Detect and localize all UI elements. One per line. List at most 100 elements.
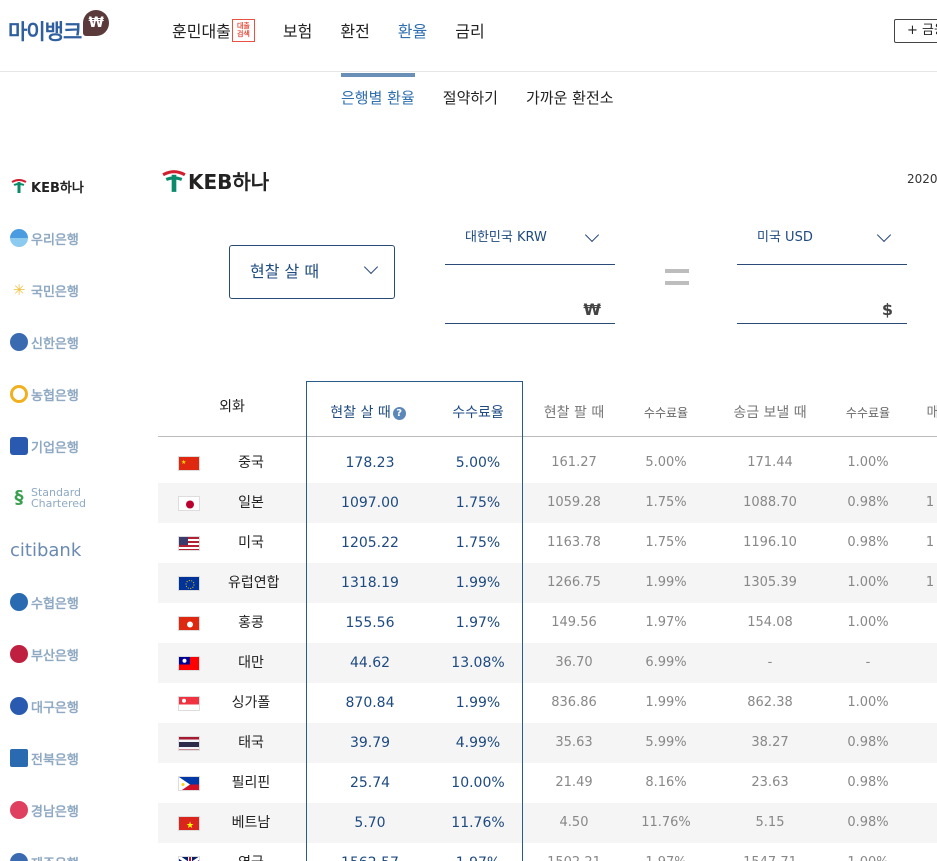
cell-cash-sell: 1266.75 <box>547 575 601 590</box>
bank-item-keb-hana[interactable]: KEB하나 <box>10 160 100 212</box>
bank-name: 제주은행 <box>31 853 79 861</box>
cell-receive <box>920 443 937 483</box>
cell-cash-buy-fee: 13.08% <box>451 655 505 671</box>
from-currency-select[interactable]: 대한민국 KRW <box>445 227 615 265</box>
cell-cash-buy: 1205.22 <box>341 535 399 551</box>
table-row[interactable]: 미국 1205.22 1.75% 1163.78 1.75% 1196.10 0.98% 1 <box>158 523 937 563</box>
jeju-logo-icon <box>10 853 28 861</box>
nav-item-rates[interactable]: 환율 <box>398 18 427 42</box>
nav-item-exchange[interactable]: 환전 <box>340 18 369 42</box>
flag-hk-icon <box>178 616 200 631</box>
cell-cash-buy-fee: 1.75% <box>455 535 501 551</box>
cell-cash-sell: 36.70 <box>555 655 593 670</box>
col-currency: 외화 <box>219 399 245 415</box>
cell-country: 홍콩 <box>238 615 264 631</box>
cell-receive <box>920 683 937 723</box>
cell-cash-sell: 149.56 <box>551 615 597 630</box>
table-row[interactable]: 일본 1097.00 1.75% 1059.28 1.75% 1088.70 0.98% 1 <box>158 483 937 523</box>
bank-item-citibank[interactable]: citibank <box>10 524 100 576</box>
nav-item-insurance[interactable]: 보험 <box>283 18 312 42</box>
cell-cash-buy: 1562.57 <box>330 843 410 861</box>
col-cash-buy[interactable]: 현찰 살 때? <box>318 381 418 437</box>
table-row[interactable]: 영국 1562.57 1.97% 1502.21 1.97% 1547.71 1.00% <box>158 843 937 861</box>
chevron-down-icon <box>876 227 892 243</box>
bank-name: 기업은행 <box>31 440 79 456</box>
flag-jp-icon <box>178 496 200 511</box>
cell-cash-sell: 35.63 <box>555 735 593 750</box>
bank-item-kb[interactable]: ✳ 국민은행 <box>10 264 100 316</box>
table-row[interactable]: 필리핀 25.74 10.00% 21.49 8.16% 23.63 0.98% <box>158 763 937 803</box>
chevron-down-icon <box>363 259 379 275</box>
table-row[interactable]: 태국 39.79 4.99% 35.63 5.99% 38.27 0.98% <box>158 723 937 763</box>
cell-send-fee: 0.98% <box>847 775 889 790</box>
cell-cash-sell: 1502.21 <box>534 843 614 861</box>
help-icon[interactable]: ? <box>392 406 406 420</box>
table-row[interactable]: 싱가폴 870.84 1.99% 836.86 1.99% 862.38 1.00% <box>158 683 937 723</box>
bank-item-jeju[interactable]: 제주은행 <box>10 836 100 861</box>
woori-logo-icon <box>10 229 28 247</box>
loan-badge-line1: 대출 <box>236 22 250 30</box>
bank-item-daegu[interactable]: 대구은행 <box>10 680 100 732</box>
cell-country: 중국 <box>238 455 264 471</box>
cell-send-fee: 0.98% <box>847 495 889 510</box>
col-send-fee[interactable]: 수수료율 <box>836 381 900 437</box>
cell-receive: 1 <box>925 535 935 550</box>
bank-item-woori[interactable]: 우리은행 <box>10 212 100 264</box>
cell-cash-buy-fee: 11.76% <box>451 815 505 831</box>
bank-item-jeonbuk[interactable]: 전북은행 <box>10 732 100 784</box>
bank-item-kyongnam[interactable]: 경남은행 <box>10 784 100 836</box>
col-send[interactable]: 송금 보낼 때 <box>720 381 820 437</box>
bank-item-standard-chartered[interactable]: § Standard Chartered <box>10 472 100 524</box>
flag-eu-icon <box>178 576 200 591</box>
nav-item-loan[interactable]: 훈민대출 대출 검색 <box>172 18 255 42</box>
col-receive[interactable]: 매 <box>918 381 937 437</box>
bank-item-busan[interactable]: 부산은행 <box>10 628 100 680</box>
col-cash-sell-fee[interactable]: 수수료율 <box>634 381 698 437</box>
nav-item-label: 훈민대출 <box>172 22 231 41</box>
flag-gb-icon <box>178 856 200 861</box>
tab-save[interactable]: 절약하기 <box>443 73 498 119</box>
table-row[interactable]: ★ 베트남 5.70 11.76% 4.50 11.76% 5.15 0.98% <box>158 803 937 843</box>
cell-cash-buy: 1318.19 <box>341 575 399 591</box>
bank-item-ibk[interactable]: 기업은행 <box>10 420 100 472</box>
site-header: 마이뱅크 ₩ 훈민대출 대출 검색 보험 환전 환율 금리 + 금융 <box>0 0 937 72</box>
table-row[interactable]: 홍콩 155.56 1.97% 149.56 1.97% 154.08 1.00% <box>158 603 937 643</box>
to-amount-input[interactable] <box>737 294 877 322</box>
bank-name: 부산은행 <box>31 648 79 664</box>
to-currency-select[interactable]: 미국 USD <box>737 227 907 265</box>
nav-item-interest[interactable]: 금리 <box>455 18 484 42</box>
tab-nearby-exchange[interactable]: 가까운 환전소 <box>526 73 614 119</box>
cell-send-fee: 0.98% <box>847 535 889 550</box>
nav-item-label: 금리 <box>455 22 485 41</box>
col-cash-buy-fee[interactable]: 수수료율 <box>438 381 518 437</box>
flag-cn-icon: ★ <box>178 456 200 471</box>
cell-send: 154.08 <box>747 615 793 630</box>
col-cash-sell[interactable]: 현찰 팔 때 <box>534 381 614 437</box>
table-row[interactable]: ★ 중국 178.23 5.00% 161.27 5.00% 171.44 1.00% <box>158 443 937 483</box>
from-currency-value: 대한민국 KRW <box>465 230 547 245</box>
won-icon: ₩ <box>83 10 110 36</box>
cell-send-fee: 1.00% <box>847 695 889 710</box>
bank-item-shinhan[interactable]: 신한은행 <box>10 316 100 368</box>
cell-cash-sell-fee: 11.76% <box>641 815 691 830</box>
from-amount-input[interactable] <box>445 294 585 322</box>
tab-bank-rates[interactable]: 은행별 환율 <box>341 73 415 119</box>
bank-item-suhyup[interactable]: 수협은행 <box>10 576 100 628</box>
cell-country: 태국 <box>238 735 264 751</box>
loan-badge-line2: 검색 <box>236 30 250 38</box>
logo-text: 마이뱅크 <box>8 20 82 44</box>
add-finance-button[interactable]: + 금융 <box>894 19 937 43</box>
cell-cash-sell-fee: 6.99% <box>645 655 687 670</box>
table-row[interactable]: 대만 44.62 13.08% 36.70 6.99% - - <box>158 643 937 683</box>
table-row[interactable]: 유럽연합 1318.19 1.99% 1266.75 1.99% 1305.39 1.00%… <box>158 563 937 603</box>
cell-country: 대만 <box>238 655 264 671</box>
bank-item-nh[interactable]: 농협은행 <box>10 368 100 420</box>
rate-mode-select[interactable]: 현찰 살 때 <box>229 245 395 299</box>
from-amount-field[interactable]: ₩ <box>445 294 615 324</box>
to-amount-field[interactable]: $ <box>737 294 907 324</box>
site-logo[interactable]: 마이뱅크 ₩ <box>8 10 110 46</box>
cell-receive: 1 <box>925 495 935 510</box>
flag-us-icon <box>178 536 200 551</box>
shinhan-logo-icon <box>10 333 28 351</box>
loan-search-badge: 대출 검색 <box>231 18 255 42</box>
